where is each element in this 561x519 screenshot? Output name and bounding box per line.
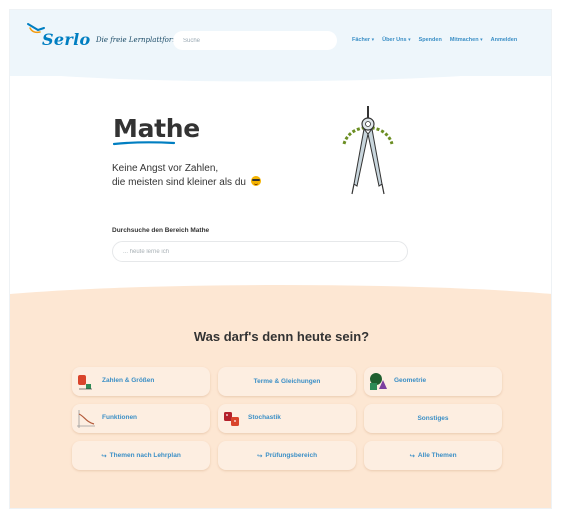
topic-label: Prüfungsbereich xyxy=(265,452,318,459)
nav-item-anmelden[interactable]: Anmelden xyxy=(491,37,518,43)
page-frame: Serlo Die freie Lernplattform Fächer ▾ Ü… xyxy=(9,9,552,509)
serlo-logo[interactable]: Serlo Die freie Lernplattform xyxy=(24,20,184,50)
topic-card-pruefungsbereich[interactable]: ↪ Prüfungsbereich xyxy=(218,441,356,470)
search-section-label: Durchsuche den Bereich Mathe xyxy=(112,227,210,234)
topic-card-geometrie[interactable]: Geometrie xyxy=(364,367,502,396)
topic-label: Themen nach Lehrplan xyxy=(109,452,181,459)
graph-icon xyxy=(77,410,95,428)
dice-icon xyxy=(224,412,239,426)
arrow-icon: ↪ xyxy=(256,452,263,460)
numbers-icon xyxy=(78,375,92,390)
topics-heading: Was darf's denn heute sein? xyxy=(193,329,370,344)
shapes-icon xyxy=(370,373,387,390)
topic-card-terme-gleichungen[interactable]: Terme & Gleichungen xyxy=(218,367,356,396)
hero-subtitle: Keine Angst vor Zahlen, die meisten sind… xyxy=(112,162,261,190)
topic-card-zahlen-groessen[interactable]: Zahlen & Größen xyxy=(72,367,210,396)
main-nav: Fächer ▾ Über Uns ▾ Spenden Mitmachen ▾ … xyxy=(352,34,517,46)
topic-label: Terme & Gleichungen xyxy=(253,378,321,385)
topic-cards: Zahlen & Größen Terme & Gleichungen Geom… xyxy=(72,367,502,477)
topic-label: Zahlen & Größen xyxy=(102,377,155,384)
page-title: Mathe xyxy=(113,114,200,143)
logo-text: Serlo xyxy=(42,30,91,49)
chevron-down-icon: ▾ xyxy=(408,37,411,43)
topic-label: Stochastik xyxy=(248,414,281,421)
topic-card-stochastik[interactable]: Stochastik xyxy=(218,404,356,433)
nav-item-spenden[interactable]: Spenden xyxy=(419,37,442,43)
arrow-icon: ↪ xyxy=(101,452,107,460)
subject-search-input[interactable] xyxy=(112,241,408,262)
nav-item-ueber-uns[interactable]: Über Uns ▾ xyxy=(382,37,411,43)
topic-label: Geometrie xyxy=(394,377,427,384)
chevron-down-icon: ▾ xyxy=(480,37,483,43)
topic-card-themen-nach-lehrplan[interactable]: ↪ Themen nach Lehrplan xyxy=(72,441,210,470)
topic-card-alle-themen[interactable]: ↪ Alle Themen xyxy=(364,441,502,470)
topic-card-funktionen[interactable]: Funktionen xyxy=(72,404,210,433)
cool-face-emoji-icon xyxy=(250,176,261,186)
topic-card-sonstiges[interactable]: Sonstiges xyxy=(364,404,502,433)
chevron-down-icon: ▾ xyxy=(371,37,375,43)
topic-label: Alle Themen xyxy=(417,452,457,459)
topic-label: Funktionen xyxy=(102,414,138,421)
arrow-icon: ↪ xyxy=(409,452,415,460)
header-search-input[interactable] xyxy=(173,31,337,50)
nav-item-mitmachen[interactable]: Mitmachen ▾ xyxy=(450,37,483,43)
title-underline xyxy=(113,141,175,146)
logo-tagline: Die freie Lernplattform xyxy=(96,36,179,44)
nav-item-faecher[interactable]: Fächer ▾ xyxy=(352,37,374,43)
header-wave xyxy=(10,62,551,82)
compass-icon xyxy=(342,106,394,195)
topic-label: Sonstiges xyxy=(417,415,449,422)
